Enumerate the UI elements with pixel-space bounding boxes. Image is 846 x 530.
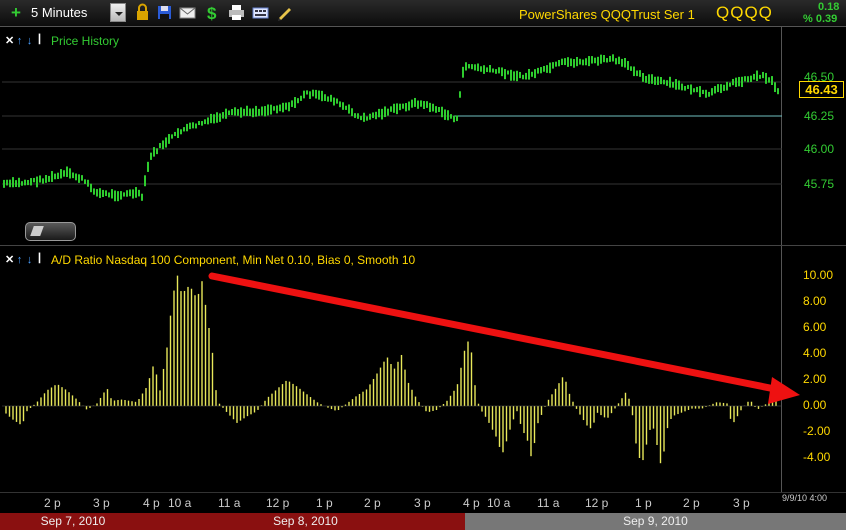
time-axis: 2 p 3 p 4 p 10 a 11 a 12 p 1 p 2 p 3 p 4… bbox=[0, 492, 846, 513]
time-label: 4 p bbox=[143, 496, 160, 510]
price-tick: 46.25 bbox=[804, 109, 835, 123]
close-icon[interactable]: ✕ bbox=[5, 254, 14, 266]
toolbar: + 5 Minutes $ PowerShares QQQTrust Ser 1… bbox=[0, 0, 846, 27]
date-segment: Sep 8, 2010 bbox=[146, 513, 465, 530]
time-label: 3 p bbox=[733, 496, 750, 510]
move-down-icon[interactable]: ↓ bbox=[25, 35, 34, 47]
time-label: 3 p bbox=[93, 496, 110, 510]
date-segment: Sep 9, 2010 bbox=[465, 513, 846, 530]
ad-tick: 0.00 bbox=[803, 398, 827, 412]
symbol-ticker[interactable]: QQQQ bbox=[716, 3, 773, 23]
price-change: 0.18 bbox=[818, 1, 840, 13]
svg-text:$: $ bbox=[207, 4, 217, 23]
price-plot-area[interactable] bbox=[2, 27, 782, 245]
date-segment: Sep 7, 2010 bbox=[0, 513, 146, 530]
price-panel-title: Price History bbox=[51, 34, 120, 48]
lock-icon[interactable] bbox=[134, 3, 151, 21]
price-bars bbox=[2, 54, 782, 202]
pin-icon[interactable]: ꟾ bbox=[35, 254, 44, 266]
interval-select[interactable]: 5 Minutes bbox=[31, 5, 87, 20]
time-label: 11 a bbox=[218, 496, 241, 510]
ad-tick: 8.00 bbox=[803, 294, 827, 308]
time-label: 3 p bbox=[414, 496, 431, 510]
price-panel-header: ✕ ↑ ↓ ꟾ Price History bbox=[5, 34, 119, 48]
ad-tick: 6.00 bbox=[803, 320, 827, 334]
move-up-icon[interactable]: ↑ bbox=[15, 254, 24, 266]
ad-tick: -4.00 bbox=[803, 450, 831, 464]
keyboard-icon[interactable] bbox=[252, 4, 269, 21]
dollar-icon[interactable]: $ bbox=[204, 4, 221, 23]
interval-dropdown-button[interactable] bbox=[110, 3, 126, 22]
mail-icon[interactable] bbox=[179, 4, 196, 21]
symbol-name: PowerShares QQQTrust Ser 1 bbox=[519, 7, 695, 22]
time-label: 11 a bbox=[537, 496, 560, 510]
date-bar: Sep 7, 2010 Sep 8, 2010 Sep 9, 2010 bbox=[0, 513, 846, 530]
time-label: 12 p bbox=[266, 496, 290, 510]
price-tick: 45.75 bbox=[804, 177, 835, 191]
ad-histogram bbox=[2, 275, 782, 464]
price-tick: 46.00 bbox=[804, 142, 835, 156]
time-label: 1 p bbox=[316, 496, 333, 510]
pencil-icon[interactable] bbox=[276, 4, 293, 21]
ad-panel-title: A/D Ratio Nasdaq 100 Component, Min Net … bbox=[51, 253, 416, 267]
time-label: 10 a bbox=[168, 496, 192, 510]
add-chart-icon[interactable]: + bbox=[8, 4, 24, 21]
close-icon[interactable]: ✕ bbox=[5, 35, 14, 47]
move-down-icon[interactable]: ↓ bbox=[25, 254, 34, 266]
time-label: 1 p bbox=[635, 496, 652, 510]
last-bar-timestamp: 9/9/10 4:00 bbox=[782, 493, 828, 503]
print-icon[interactable] bbox=[228, 4, 245, 21]
time-label: 12 p bbox=[585, 496, 609, 510]
ad-tick: 4.00 bbox=[803, 346, 827, 360]
eraser-icon bbox=[30, 226, 44, 236]
time-label: 10 a bbox=[487, 496, 511, 510]
price-history-panel: ✕ ↑ ↓ ꟾ Price History 46.50 46.43 46.25 … bbox=[0, 27, 846, 245]
ad-tick: 10.00 bbox=[803, 268, 834, 282]
time-label: 2 p bbox=[44, 496, 61, 510]
ad-plot-area[interactable] bbox=[2, 246, 782, 492]
move-up-icon[interactable]: ↑ bbox=[15, 35, 24, 47]
price-change-percent: % 0.39 bbox=[803, 13, 838, 25]
ad-panel-header: ✕ ↑ ↓ ꟾ A/D Ratio Nasdaq 100 Component, … bbox=[5, 253, 415, 267]
ad-tick: -2.00 bbox=[803, 424, 831, 438]
save-icon[interactable] bbox=[156, 4, 173, 21]
time-label: 4 p bbox=[463, 496, 480, 510]
time-label: 2 p bbox=[364, 496, 381, 510]
ad-tick: 2.00 bbox=[803, 372, 827, 386]
scroll-button[interactable] bbox=[25, 222, 76, 241]
time-label: 2 p bbox=[683, 496, 700, 510]
pin-icon[interactable]: ꟾ bbox=[35, 35, 44, 47]
last-price-badge: 46.43 bbox=[799, 81, 844, 98]
ad-ratio-panel: ✕ ↑ ↓ ꟾ A/D Ratio Nasdaq 100 Component, … bbox=[0, 246, 846, 492]
